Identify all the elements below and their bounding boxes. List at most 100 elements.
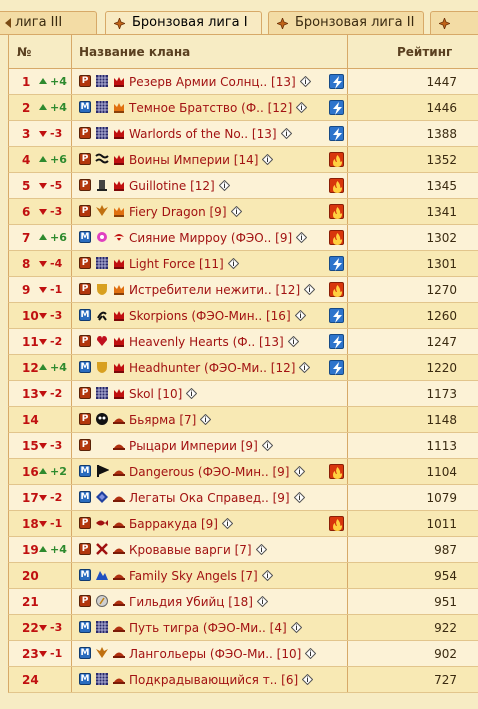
clan-name-link[interactable]: Headhunter (ФЭО-Ми.. [12] bbox=[129, 361, 295, 375]
arrow-down-icon bbox=[39, 183, 47, 189]
table-row[interactable]: 2 +4 M Темное Братство (Ф.. [12] 1446 bbox=[8, 95, 478, 121]
table-row[interactable]: 3 -3 P Warlords of the No.. [13] 1388 bbox=[8, 121, 478, 147]
clan-name-link[interactable]: Бьярма [7] bbox=[129, 413, 196, 427]
clan-type-m-icon: M bbox=[79, 621, 91, 633]
clan-info-icon[interactable] bbox=[294, 466, 305, 477]
clan-name-link[interactable]: Skol [10] bbox=[129, 387, 182, 401]
table-row[interactable]: 13 -2 P Skol [10] 1173 bbox=[8, 381, 478, 407]
clan-info-icon[interactable] bbox=[262, 440, 273, 451]
clan-name-link[interactable]: Лангольеры (ФЭО-Ми.. [10] bbox=[129, 647, 301, 661]
clan-name-link[interactable]: Резерв Армии Солнц.. [13] bbox=[129, 75, 296, 89]
clan-info-icon[interactable] bbox=[262, 570, 273, 581]
clan-name-link[interactable]: Рыцари Империи [9] bbox=[129, 439, 258, 453]
clan-info-icon[interactable] bbox=[231, 206, 242, 217]
clan-name-link[interactable]: Family Sky Angels [7] bbox=[129, 569, 258, 583]
clan-name-link[interactable]: Гильдия Убийц [18] bbox=[129, 595, 253, 609]
clan-info-icon[interactable] bbox=[256, 544, 267, 555]
table-row[interactable]: 20 M Family Sky Angels [7] 954 bbox=[8, 563, 478, 589]
table-row[interactable]: 16 +2 M Dangerous (ФЭО-Мин.. [9] 1104 bbox=[8, 459, 478, 485]
clan-name-link[interactable]: Путь тигра (ФЭО-Ми.. [4] bbox=[129, 621, 287, 635]
table-row[interactable]: 14 P Бьярма [7] 1148 bbox=[8, 407, 478, 433]
clan-info-icon[interactable] bbox=[281, 128, 292, 139]
flame-glyph bbox=[333, 181, 342, 193]
clan-info-icon[interactable] bbox=[262, 154, 273, 165]
bolt-glyph bbox=[333, 310, 342, 323]
column-divider bbox=[71, 199, 72, 224]
table-row[interactable]: 15 -3 P Рыцари Империи [9] 1113 bbox=[8, 433, 478, 459]
clan-type-m-icon: M bbox=[79, 647, 91, 659]
clan-type-p-icon: P bbox=[79, 517, 91, 529]
clan-info-icon[interactable] bbox=[186, 388, 197, 399]
clan-info-icon[interactable] bbox=[228, 258, 239, 269]
clan-info-icon[interactable] bbox=[296, 232, 307, 243]
column-divider bbox=[347, 277, 348, 302]
clan-name-link[interactable]: Подкрадывающийся т.. [6] bbox=[129, 673, 298, 687]
clan-rating: 902 bbox=[434, 647, 457, 661]
clan-name-link[interactable]: Warlords of the No.. [13] bbox=[129, 127, 277, 141]
clan-info-icon[interactable] bbox=[299, 362, 310, 373]
clan-name-link[interactable]: Light Force [11] bbox=[129, 257, 224, 271]
clan-info-icon[interactable] bbox=[200, 414, 211, 425]
table-row[interactable]: 18 -1 P Барракуда [9] 1011 bbox=[8, 511, 478, 537]
clan-rating: 1447 bbox=[426, 75, 457, 89]
clan-rank-icon bbox=[114, 129, 124, 139]
clan-type-p-icon: P bbox=[79, 75, 91, 87]
bolt-glyph bbox=[333, 362, 342, 375]
tab-bronze-league-2[interactable]: Бронзовая лига II bbox=[268, 11, 424, 34]
table-row[interactable]: 24 M Подкрадывающийся т.. [6] 727 bbox=[8, 667, 478, 693]
table-row[interactable]: 17 -2 M Легаты Ока Справед.. [9] 1079 bbox=[8, 485, 478, 511]
clan-info-icon[interactable] bbox=[304, 284, 315, 295]
table-row[interactable]: 7 +6 M Сияние Мирроу (ФЭО.. [9] 1302 bbox=[8, 225, 478, 251]
table-row[interactable]: 5 -5 P Guillotine [12] 1345 bbox=[8, 173, 478, 199]
table-row[interactable]: 9 -1 P Истребители нежити.. [12] 1270 bbox=[8, 277, 478, 303]
tab-bronze-league-1[interactable]: Бронзовая лига I bbox=[105, 11, 262, 34]
table-row[interactable]: 6 -3 P Fiery Dragon [9] 1341 bbox=[8, 199, 478, 225]
table-row[interactable]: 19 +4 P Кровавые варги [7] 987 bbox=[8, 537, 478, 563]
tab-next-league[interactable] bbox=[430, 11, 478, 34]
table-row[interactable]: 22 -3 M Путь тигра (ФЭО-Ми.. [4] 922 bbox=[8, 615, 478, 641]
rank-change: -3 bbox=[50, 439, 63, 452]
clan-info-icon[interactable] bbox=[291, 622, 302, 633]
table-row[interactable]: 12 +4 M Headhunter (ФЭО-Ми.. [12] 1220 bbox=[8, 355, 478, 381]
column-divider bbox=[347, 589, 348, 614]
clan-info-icon[interactable] bbox=[288, 336, 299, 347]
table-row[interactable]: 8 -4 P Light Force [11] 1301 bbox=[8, 251, 478, 277]
table-row[interactable]: 11 -2 P Heavenly Hearts (Ф.. [13] 1247 bbox=[8, 329, 478, 355]
clan-name-link[interactable]: Темное Братство (Ф.. [12] bbox=[129, 101, 292, 115]
clan-rating: 1148 bbox=[426, 413, 457, 427]
table-row[interactable]: 21 P Гильдия Убийц [18] 951 bbox=[8, 589, 478, 615]
arrow-down-icon bbox=[39, 625, 47, 631]
clan-info-icon[interactable] bbox=[222, 518, 233, 529]
clan-info-icon[interactable] bbox=[300, 76, 311, 87]
clan-name-link[interactable]: Барракуда [9] bbox=[129, 517, 218, 531]
clan-info-icon[interactable] bbox=[219, 180, 230, 191]
clan-name-link[interactable]: Fiery Dragon [9] bbox=[129, 205, 227, 219]
table-row[interactable]: 4 +6 P Воины Империи [14] 1352 bbox=[8, 147, 478, 173]
clan-name-link[interactable]: Легаты Ока Справед.. [9] bbox=[129, 491, 290, 505]
flame-glyph bbox=[333, 207, 342, 219]
clan-emblem-icon bbox=[96, 413, 108, 425]
tab-league-3[interactable]: лига III bbox=[0, 11, 97, 34]
clan-rank-icon bbox=[114, 77, 124, 87]
clan-name-link[interactable]: Воины Империи [14] bbox=[129, 153, 258, 167]
clan-name-link[interactable]: Guillotine [12] bbox=[129, 179, 215, 193]
arrow-up-icon bbox=[39, 104, 47, 110]
clan-info-icon[interactable] bbox=[294, 492, 305, 503]
table-row[interactable]: 10 -3 M Skorpions (ФЭО-Мин.. [16] 1260 bbox=[8, 303, 478, 329]
clan-name-link[interactable]: Heavenly Hearts (Ф.. [13] bbox=[129, 335, 284, 349]
clan-info-icon[interactable] bbox=[305, 648, 316, 659]
table-row[interactable]: 1 +4 P Резерв Армии Солнц.. [13] 1447 bbox=[8, 69, 478, 95]
clan-info-icon[interactable] bbox=[257, 596, 268, 607]
clan-name-link[interactable]: Истребители нежити.. [12] bbox=[129, 283, 300, 297]
table-row[interactable]: 23 -1 M Лангольеры (ФЭО-Ми.. [10] 902 bbox=[8, 641, 478, 667]
clan-rating: 1079 bbox=[426, 491, 457, 505]
clan-info-icon[interactable] bbox=[296, 102, 307, 113]
clan-name-link[interactable]: Кровавые варги [7] bbox=[129, 543, 252, 557]
clan-name-link[interactable]: Сияние Мирроу (ФЭО.. [9] bbox=[129, 231, 292, 245]
clan-info-icon[interactable] bbox=[302, 674, 313, 685]
clan-name-link[interactable]: Dangerous (ФЭО-Мин.. [9] bbox=[129, 465, 290, 479]
column-divider bbox=[347, 511, 348, 536]
clan-info-icon[interactable] bbox=[295, 310, 306, 321]
clan-name-link[interactable]: Skorpions (ФЭО-Мин.. [16] bbox=[129, 309, 291, 323]
clan-rating: 1301 bbox=[426, 257, 457, 271]
